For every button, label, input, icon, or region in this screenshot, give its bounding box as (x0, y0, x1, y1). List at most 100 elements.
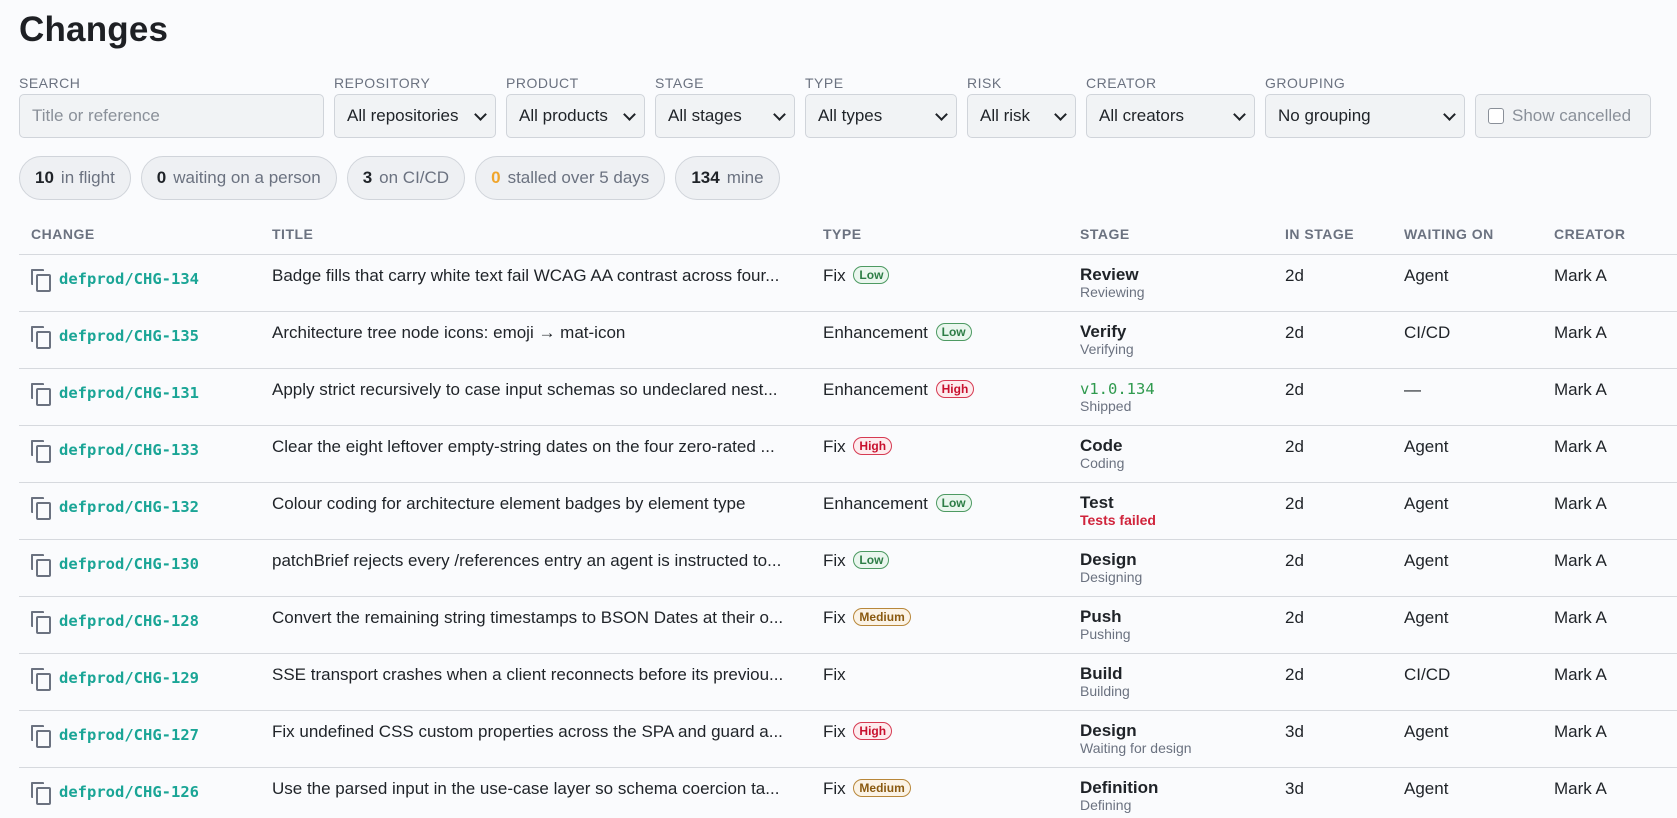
type-label: Fix (823, 436, 846, 456)
copy-icon[interactable] (31, 325, 51, 349)
table-row[interactable]: defprod/CHG-135 Architecture tree node ic… (19, 311, 1677, 369)
change-link[interactable]: defprod/CHG-126 (59, 783, 199, 801)
copy-icon[interactable] (31, 667, 51, 691)
in-stage-cell: 2d (1285, 596, 1404, 654)
creator-cell: Mark A (1554, 425, 1677, 483)
risk-select[interactable]: All risk (967, 94, 1076, 138)
waiting-on-cell: Agent (1404, 482, 1554, 540)
table-row[interactable]: defprod/CHG-133 Clear the eight leftover … (19, 425, 1677, 483)
change-cell: defprod/CHG-127 (19, 710, 272, 768)
risk-badge: Low (935, 493, 972, 512)
show-cancelled-toggle[interactable]: Show cancelled (1475, 94, 1651, 138)
summary-pill[interactable]: 10 in flight (19, 156, 131, 200)
change-link[interactable]: defprod/CHG-130 (59, 555, 199, 573)
change-link[interactable]: defprod/CHG-128 (59, 612, 199, 630)
title-cell[interactable]: SSE transport crashes when a client reco… (272, 653, 823, 711)
title-cell[interactable]: Convert the remaining string timestamps … (272, 596, 823, 654)
stage-cell: Code Coding (1080, 425, 1285, 483)
summary-label: mine (726, 168, 764, 187)
in-stage-cell: 3d (1285, 767, 1404, 818)
copy-icon[interactable] (31, 724, 51, 748)
copy-icon[interactable] (31, 382, 51, 406)
table-row[interactable]: defprod/CHG-129 SSE transport crashes whe… (19, 653, 1677, 711)
stage-cell: Review Reviewing (1080, 254, 1285, 312)
column-header-title[interactable]: TITLE (272, 224, 823, 255)
search-label: SEARCH (19, 75, 81, 91)
copy-icon[interactable] (31, 439, 51, 463)
product-filter: PRODUCT All products (506, 74, 645, 138)
creator-cell: Mark A (1554, 311, 1677, 369)
type-label: Enhancement (823, 379, 928, 399)
change-ref: defprod/CHG-134 (31, 266, 272, 292)
search-placeholder: Title or reference (32, 106, 160, 125)
grouping-select[interactable]: No grouping (1265, 94, 1465, 138)
summary-pill[interactable]: 134 mine (675, 156, 780, 200)
type-label: Enhancement (823, 322, 928, 342)
title-cell[interactable]: Colour coding for architecture element b… (272, 482, 823, 540)
stage-name: Definition (1080, 777, 1159, 797)
change-link[interactable]: defprod/CHG-131 (59, 384, 199, 402)
risk-badge: Low (853, 550, 890, 569)
title-cell[interactable]: Use the parsed input in the use-case lay… (272, 767, 823, 818)
title-cell[interactable]: Clear the eight leftover empty-string da… (272, 425, 823, 483)
copy-icon[interactable] (31, 268, 51, 292)
copy-icon[interactable] (31, 781, 51, 805)
creator-cell: Mark A (1554, 596, 1677, 654)
column-header-waiting-on[interactable]: WAITING ON (1404, 224, 1554, 255)
table-row[interactable]: defprod/CHG-126 Use the parsed input in t… (19, 767, 1677, 818)
title-cell[interactable]: patchBrief rejects every /references ent… (272, 539, 823, 597)
product-label: PRODUCT (506, 75, 579, 91)
table-row[interactable]: defprod/CHG-130 patchBrief rejects every … (19, 539, 1677, 597)
copy-icon[interactable] (31, 610, 51, 634)
stage-cell: Design Waiting for design (1080, 710, 1285, 768)
stage-select[interactable]: All stages (655, 94, 795, 138)
repository-select[interactable]: All repositories (334, 94, 496, 138)
summary-pill[interactable]: 0 stalled over 5 days (475, 156, 666, 200)
search-input[interactable]: Title or reference (19, 94, 324, 138)
product-value: All products (519, 106, 608, 125)
table-row[interactable]: defprod/CHG-128 Convert the remaining str… (19, 596, 1677, 654)
change-ref: defprod/CHG-130 (31, 551, 272, 577)
change-ref: defprod/CHG-128 (31, 608, 272, 634)
type-select[interactable]: All types (805, 94, 957, 138)
checkbox-icon[interactable] (1488, 108, 1504, 124)
table-row[interactable]: defprod/CHG-131 Apply strict recursively … (19, 368, 1677, 426)
title-cell[interactable]: Fix undefined CSS custom properties acro… (272, 710, 823, 768)
change-link[interactable]: defprod/CHG-135 (59, 327, 199, 345)
copy-icon[interactable] (31, 496, 51, 520)
product-select[interactable]: All products (506, 94, 645, 138)
title-cell[interactable]: Apply strict recursively to case input s… (272, 368, 823, 426)
summary-label: stalled over 5 days (507, 168, 650, 187)
summary-pills: 10 in flight 0 waiting on a person 3 on CI/CD… (19, 156, 1677, 202)
chevron-down-icon (1054, 108, 1067, 121)
summary-pill[interactable]: 0 waiting on a person (140, 156, 337, 200)
stage-status: Designing (1080, 568, 1143, 585)
change-cell: defprod/CHG-131 (19, 368, 272, 426)
summary-pill[interactable]: 3 on CI/CD (346, 156, 466, 200)
creator-cell: Mark A (1554, 653, 1677, 711)
stage-name: Review (1080, 264, 1139, 284)
change-link[interactable]: defprod/CHG-129 (59, 669, 199, 687)
title-cell[interactable]: Badge fills that carry white text fail W… (272, 254, 823, 312)
change-cell: defprod/CHG-133 (19, 425, 272, 483)
column-header-change[interactable]: CHANGE (19, 224, 272, 255)
copy-icon[interactable] (31, 553, 51, 577)
table-row[interactable]: defprod/CHG-134 Badge fills that carry wh… (19, 254, 1677, 312)
column-header-stage[interactable]: STAGE (1080, 224, 1285, 255)
stage-name: Design (1080, 720, 1137, 740)
chevron-down-icon (623, 108, 636, 121)
risk-badge: High (935, 379, 975, 398)
change-link[interactable]: defprod/CHG-133 (59, 441, 199, 459)
column-header-type[interactable]: TYPE (823, 224, 1080, 255)
table-row[interactable]: defprod/CHG-132 Colour coding for archite… (19, 482, 1677, 540)
change-link[interactable]: defprod/CHG-127 (59, 726, 199, 744)
creator-select[interactable]: All creators (1086, 94, 1255, 138)
title-cell[interactable]: Architecture tree node icons: emoji → ma… (272, 311, 823, 369)
grouping-value: No grouping (1278, 106, 1371, 125)
table-row[interactable]: defprod/CHG-127 Fix undefined CSS custom … (19, 710, 1677, 768)
column-header-in-stage[interactable]: IN STAGE (1285, 224, 1404, 255)
change-link[interactable]: defprod/CHG-134 (59, 270, 199, 288)
change-link[interactable]: defprod/CHG-132 (59, 498, 199, 516)
column-header-creator[interactable]: CREATOR (1554, 224, 1677, 255)
waiting-on-cell: CI/CD (1404, 653, 1554, 711)
